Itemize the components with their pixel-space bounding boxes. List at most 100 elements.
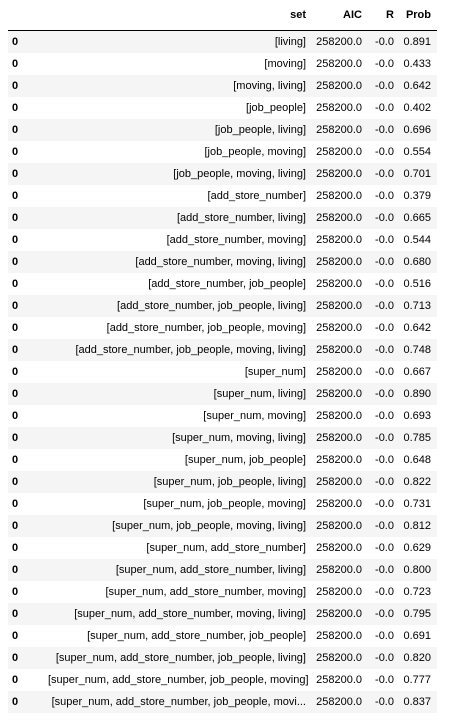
r-cell: -0.0: [368, 537, 400, 559]
prob-cell: 0.648: [400, 449, 437, 471]
r-cell: -0.0: [368, 229, 400, 251]
row-index: 0: [8, 493, 48, 515]
set-cell: [super_num, add_store_number]: [48, 537, 312, 559]
aic-cell: 258200.0: [312, 251, 368, 273]
set-cell: [moving, living]: [48, 75, 312, 97]
r-cell: -0.0: [368, 647, 400, 669]
prob-cell: 0.680: [400, 251, 437, 273]
prob-cell: 0.696: [400, 119, 437, 141]
header-row: set AIC R Prob: [8, 0, 437, 31]
set-cell: [add_store_number]: [48, 185, 312, 207]
r-cell: -0.0: [368, 383, 400, 405]
set-cell: [job_people, living]: [48, 119, 312, 141]
set-cell: [super_num, job_people]: [48, 449, 312, 471]
prob-cell: 0.890: [400, 383, 437, 405]
prob-cell: 0.891: [400, 30, 437, 53]
prob-cell: 0.402: [400, 97, 437, 119]
prob-cell: 0.693: [400, 405, 437, 427]
table-row: 0 [super_num, add_store_number, job_peopl…: [8, 625, 437, 647]
table-row: 0 [super_num, moving] 258200.0 -0.0 0.693: [8, 405, 437, 427]
prob-cell: 0.691: [400, 625, 437, 647]
table-body: 0 [living] 258200.0 -0.0 0.891 0 [moving] 25820…: [8, 30, 437, 713]
aic-cell: 258200.0: [312, 229, 368, 251]
table-row: 0 [super_num, add_store_number, job_peopl…: [8, 691, 437, 713]
row-index: 0: [8, 141, 48, 163]
table-row: 0 [super_num] 258200.0 -0.0 0.667: [8, 361, 437, 383]
row-index: 0: [8, 295, 48, 317]
row-index: 0: [8, 339, 48, 361]
set-cell: [super_num, job_people, moving]: [48, 493, 312, 515]
table-row: 0 [super_num, add_store_number, moving] 25…: [8, 581, 437, 603]
r-cell: -0.0: [368, 317, 400, 339]
set-cell: [job_people, moving, living]: [48, 163, 312, 185]
set-cell: [super_num, add_store_number, moving, li…: [48, 603, 312, 625]
r-cell: -0.0: [368, 449, 400, 471]
aic-cell: 258200.0: [312, 30, 368, 53]
prob-cell: 0.667: [400, 361, 437, 383]
r-cell: -0.0: [368, 405, 400, 427]
r-cell: -0.0: [368, 207, 400, 229]
aic-cell: 258200.0: [312, 75, 368, 97]
table-row: 0 [add_store_number] 258200.0 -0.0 0.379: [8, 185, 437, 207]
aic-cell: 258200.0: [312, 559, 368, 581]
set-cell: [add_store_number, job_people, living]: [48, 295, 312, 317]
row-index: 0: [8, 163, 48, 185]
table-row: 0 [add_store_number, job_people, living] 2…: [8, 295, 437, 317]
row-index: 0: [8, 669, 48, 691]
r-cell: -0.0: [368, 75, 400, 97]
r-cell: -0.0: [368, 251, 400, 273]
table-row: 0 [add_store_number, job_people, moving, …: [8, 339, 437, 361]
aic-cell: 258200.0: [312, 97, 368, 119]
row-index: 0: [8, 185, 48, 207]
prob-cell: 0.433: [400, 53, 437, 75]
set-cell: [moving]: [48, 53, 312, 75]
prob-cell: 0.629: [400, 537, 437, 559]
table-row: 0 [super_num, job_people, living] 258200.0…: [8, 471, 437, 493]
prob-cell: 0.642: [400, 75, 437, 97]
set-cell: [super_num, living]: [48, 383, 312, 405]
table-row: 0 [super_num, living] 258200.0 -0.0 0.890: [8, 383, 437, 405]
set-cell: [add_store_number, job_people, moving]: [48, 317, 312, 339]
row-index: 0: [8, 75, 48, 97]
aic-cell: 258200.0: [312, 53, 368, 75]
r-cell: -0.0: [368, 669, 400, 691]
r-cell: -0.0: [368, 339, 400, 361]
r-cell: -0.0: [368, 119, 400, 141]
r-cell: -0.0: [368, 691, 400, 713]
prob-cell: 0.516: [400, 273, 437, 295]
prob-cell: 0.642: [400, 317, 437, 339]
table-row: 0 [super_num, add_store_number] 258200.0 -0…: [8, 537, 437, 559]
set-cell: [living]: [48, 30, 312, 53]
prob-cell: 0.554: [400, 141, 437, 163]
r-cell: -0.0: [368, 361, 400, 383]
prob-cell: 0.544: [400, 229, 437, 251]
aic-cell: 258200.0: [312, 207, 368, 229]
r-cell: -0.0: [368, 581, 400, 603]
set-cell: [super_num, job_people, living]: [48, 471, 312, 493]
prob-cell: 0.748: [400, 339, 437, 361]
row-index: 0: [8, 30, 48, 53]
aic-cell: 258200.0: [312, 295, 368, 317]
aic-cell: 258200.0: [312, 603, 368, 625]
aic-cell: 258200.0: [312, 273, 368, 295]
prob-cell: 0.723: [400, 581, 437, 603]
table-row: 0 [super_num, job_people] 258200.0 -0.0 0.64…: [8, 449, 437, 471]
aic-cell: 258200.0: [312, 163, 368, 185]
row-index: 0: [8, 251, 48, 273]
table-row: 0 [super_num, add_store_number, job_peopl…: [8, 669, 437, 691]
set-cell: [add_store_number, job_people, moving, l…: [48, 339, 312, 361]
row-index: 0: [8, 97, 48, 119]
r-cell: -0.0: [368, 97, 400, 119]
aic-cell: 258200.0: [312, 515, 368, 537]
set-cell: [add_store_number, moving, living]: [48, 251, 312, 273]
set-cell: [super_num, add_store_number, job_people…: [48, 625, 312, 647]
aic-cell: 258200.0: [312, 669, 368, 691]
table-row: 0 [add_store_number, living] 258200.0 -0.0 0…: [8, 207, 437, 229]
table-row: 0 [super_num, job_people, moving] 258200.0…: [8, 493, 437, 515]
set-cell: [super_num, add_store_number, job_people…: [48, 669, 312, 691]
prob-cell: 0.795: [400, 603, 437, 625]
row-index: 0: [8, 559, 48, 581]
aic-cell: 258200.0: [312, 317, 368, 339]
prob-cell: 0.665: [400, 207, 437, 229]
aic-cell: 258200.0: [312, 471, 368, 493]
